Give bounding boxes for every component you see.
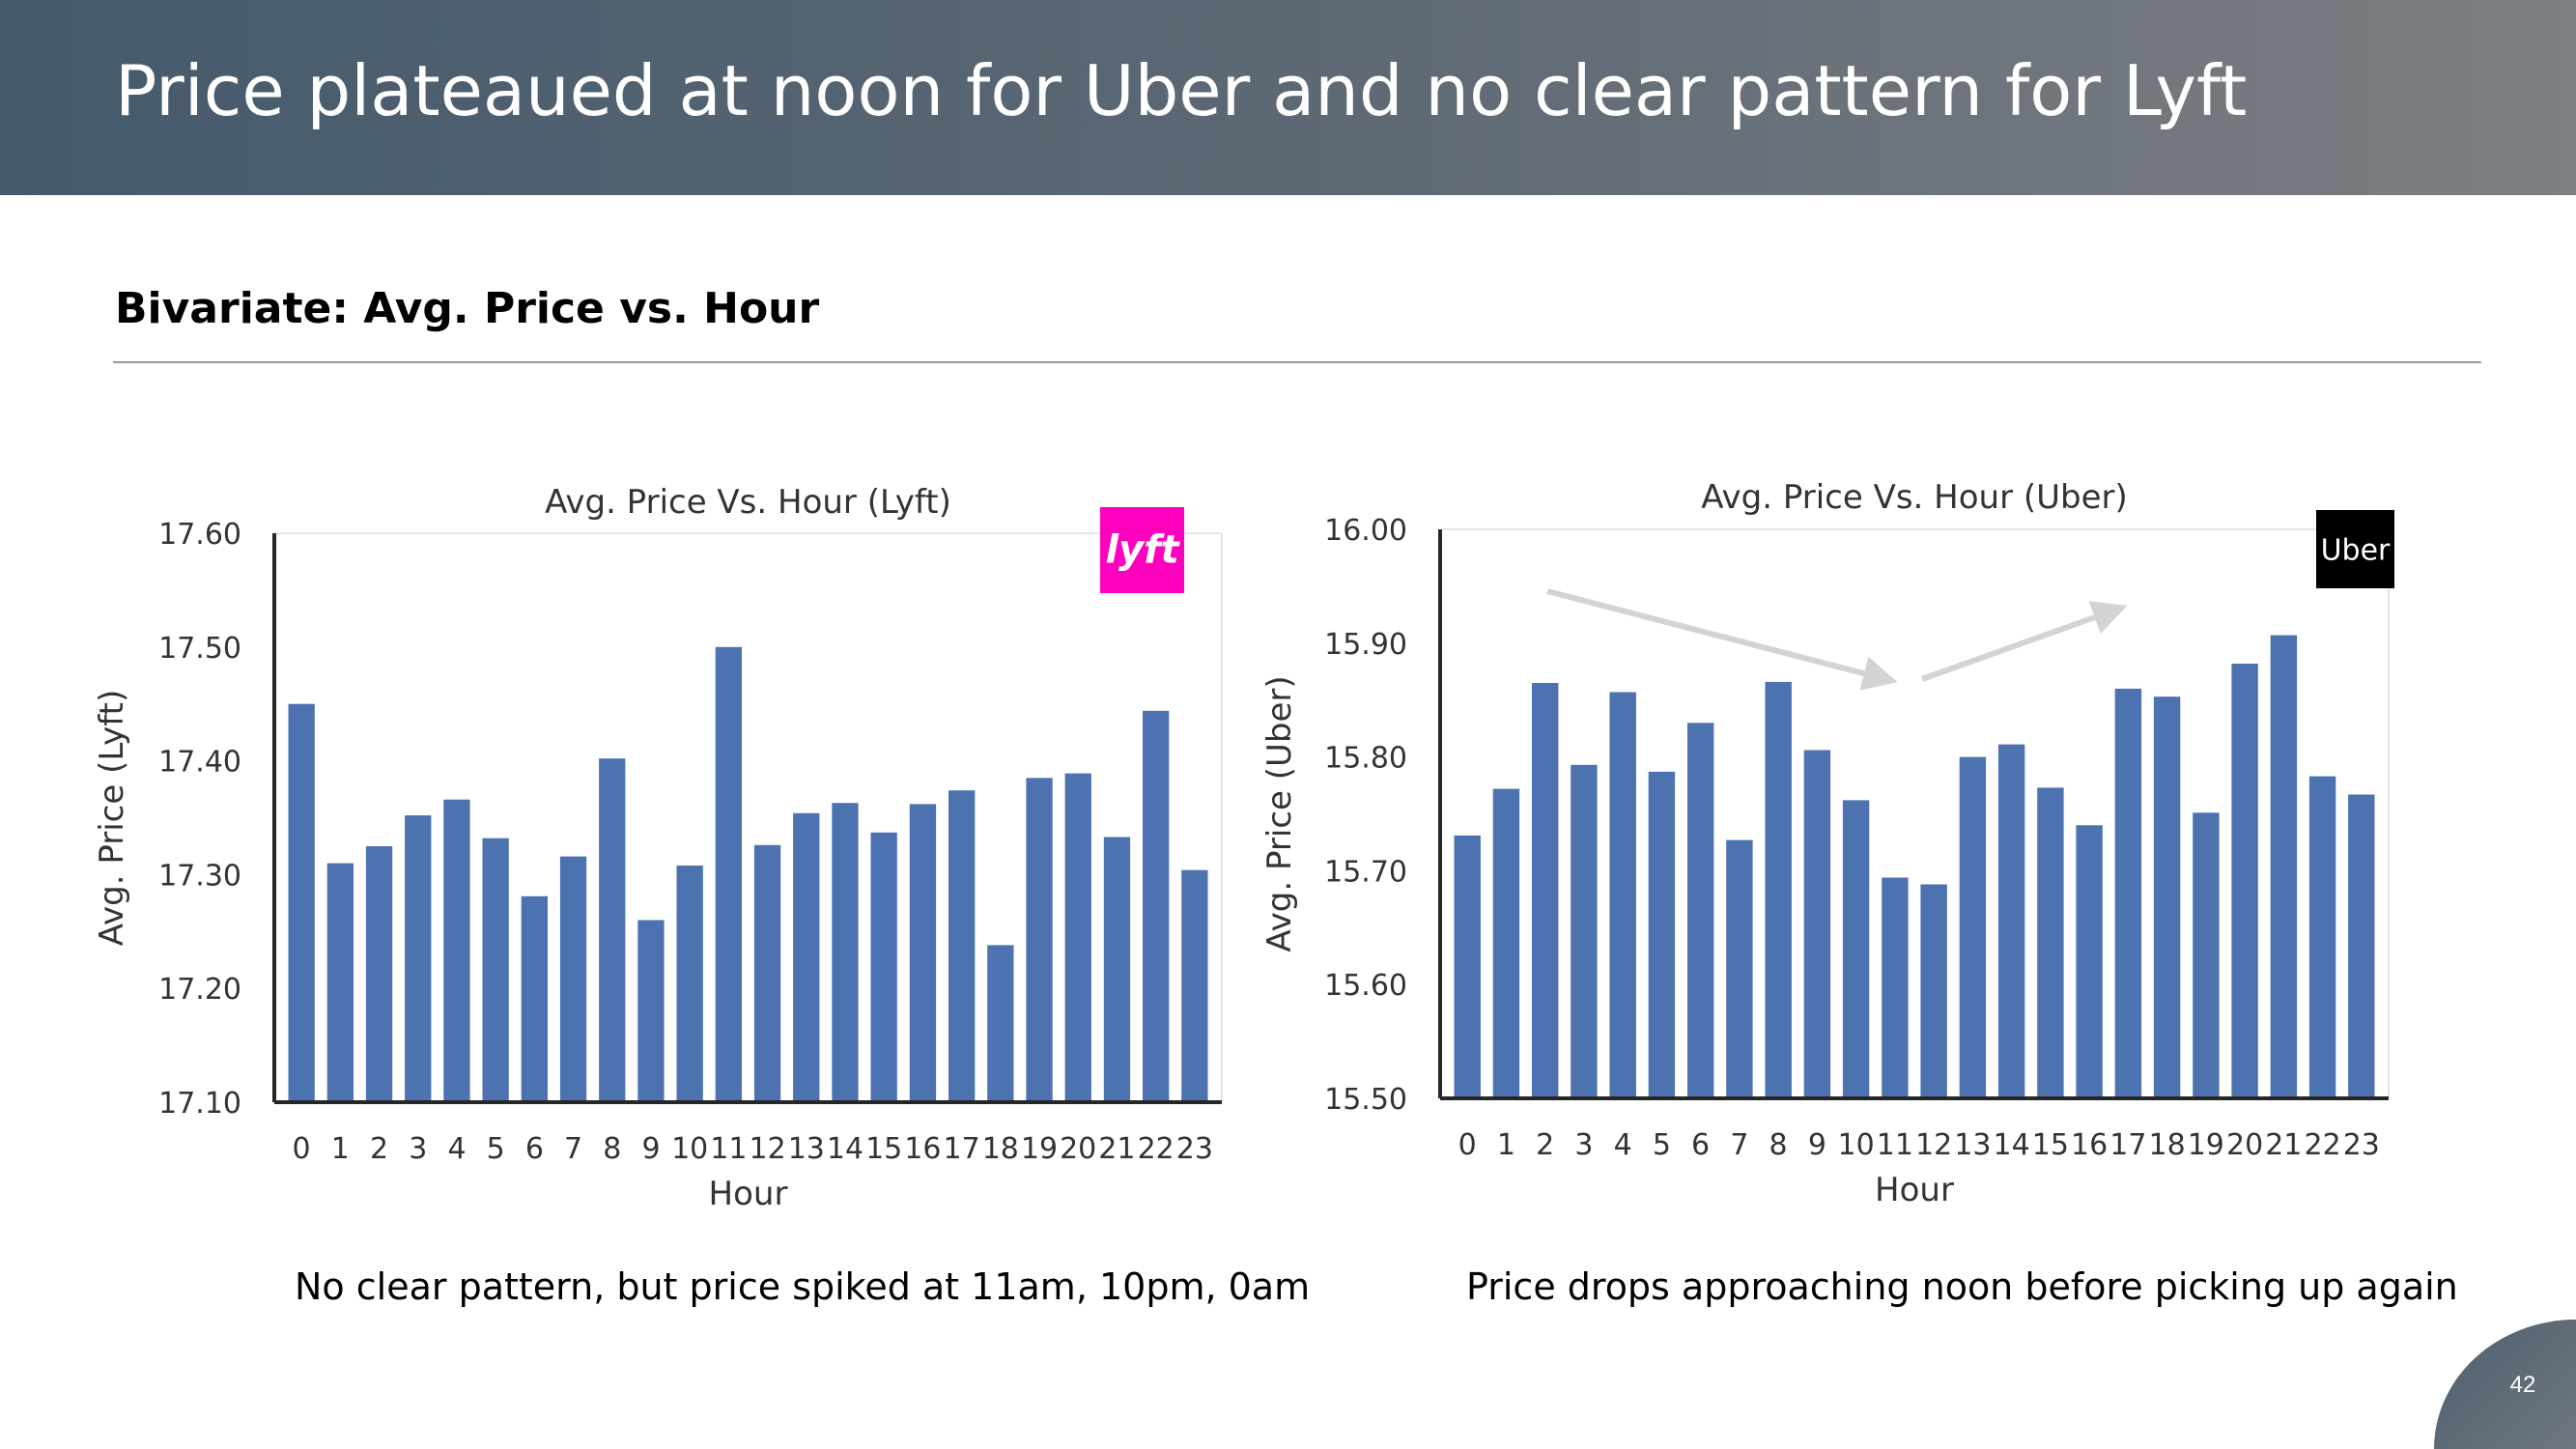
uber-bar-hour-0	[1454, 835, 1481, 1098]
x-tick-label: 23	[2343, 1128, 2380, 1162]
uber-bar-hour-8	[1765, 681, 1792, 1098]
uber-bar-hour-17	[2114, 688, 2142, 1098]
chart-title: Avg. Price Vs. Hour (Uber)	[1701, 478, 2128, 517]
x-tick-label: 5	[1653, 1128, 1671, 1162]
y-tick-label: 15.80	[1324, 742, 1407, 776]
lyft-caption: No clear pattern, but price spiked at 11…	[295, 1265, 1311, 1308]
uber-bar-hour-23	[2348, 794, 2375, 1098]
x-tick-label: 12	[1915, 1128, 1952, 1162]
trend-down-arrow	[1546, 588, 1898, 691]
uber-bar-hour-22	[2308, 776, 2336, 1098]
uber-bar-hour-19	[2193, 812, 2220, 1098]
uber-bar-hour-9	[1803, 750, 1831, 1098]
x-tick-label: 10	[1838, 1128, 1875, 1162]
y-tick-label: 15.60	[1324, 969, 1407, 1003]
x-tick-label: 1	[1497, 1128, 1515, 1162]
uber-bar-hour-21	[2270, 635, 2298, 1098]
uber-bar-hour-11	[1882, 877, 1909, 1098]
x-tick-label: 6	[1691, 1128, 1710, 1162]
x-tick-label: 0	[1458, 1128, 1477, 1162]
x-tick-label: 17	[2109, 1128, 2146, 1162]
uber-bar-hour-15	[2037, 787, 2064, 1098]
y-tick-label: 15.50	[1324, 1083, 1407, 1117]
uber-logo-text: Uber	[2321, 534, 2391, 568]
uber-bar-hour-4	[1609, 692, 1636, 1098]
x-tick-label: 14	[1994, 1128, 2030, 1162]
uber-bar-hour-10	[1842, 800, 1870, 1098]
uber-bar-hour-6	[1687, 723, 1714, 1098]
uber-bar-hour-20	[2231, 664, 2258, 1098]
uber-bar-hour-16	[2076, 825, 2103, 1098]
y-axis-label: Avg. Price (Uber)	[1260, 675, 1299, 952]
uber-bar-hour-3	[1571, 764, 1598, 1098]
x-tick-label: 11	[1877, 1128, 1913, 1162]
y-tick-label: 15.70	[1324, 855, 1407, 889]
x-tick-label: 21	[2265, 1128, 2302, 1162]
x-tick-label: 19	[2188, 1128, 2224, 1162]
trend-up-arrow	[1920, 601, 2128, 682]
x-tick-label: 9	[1808, 1128, 1826, 1162]
x-tick-label: 16	[2071, 1128, 2108, 1162]
x-tick-label: 8	[1769, 1128, 1788, 1162]
x-tick-label: 3	[1574, 1128, 1593, 1162]
uber-bar-hour-18	[2153, 696, 2181, 1098]
x-tick-label: 4	[1614, 1128, 1632, 1162]
x-tick-label: 13	[1954, 1128, 1991, 1162]
uber-bar-hour-12	[1920, 884, 1947, 1098]
x-tick-label: 7	[1730, 1128, 1748, 1162]
y-tick-label: 16.00	[1324, 514, 1407, 548]
uber-bar-hour-2	[1532, 683, 1559, 1098]
x-tick-label: 15	[2032, 1128, 2069, 1162]
uber-bar-hour-14	[1997, 744, 2025, 1098]
x-tick-label: 22	[2305, 1128, 2341, 1162]
x-tick-label: 18	[2149, 1128, 2186, 1162]
x-axis-label: Hour	[1875, 1171, 1954, 1209]
uber-caption: Price drops approaching noon before pick…	[1466, 1265, 2458, 1308]
uber-logo: Uber	[2316, 510, 2394, 588]
x-tick-label: 2	[1536, 1128, 1554, 1162]
uber-bar-hour-1	[1492, 788, 1520, 1098]
uber-chart: 0 1 2 3 4 5 6 7 8 9 10 11 12 13 14 15 16 17 18 19 20 21 22 2315…	[1260, 478, 2394, 1209]
page-number: 42	[2509, 1372, 2536, 1398]
uber-bar-hour-5	[1648, 771, 1676, 1098]
x-tick-label: 20	[2226, 1128, 2263, 1162]
uber-bar-hour-13	[1959, 756, 1987, 1098]
uber-bar-hour-7	[1726, 839, 1753, 1098]
y-tick-label: 15.90	[1324, 628, 1407, 662]
